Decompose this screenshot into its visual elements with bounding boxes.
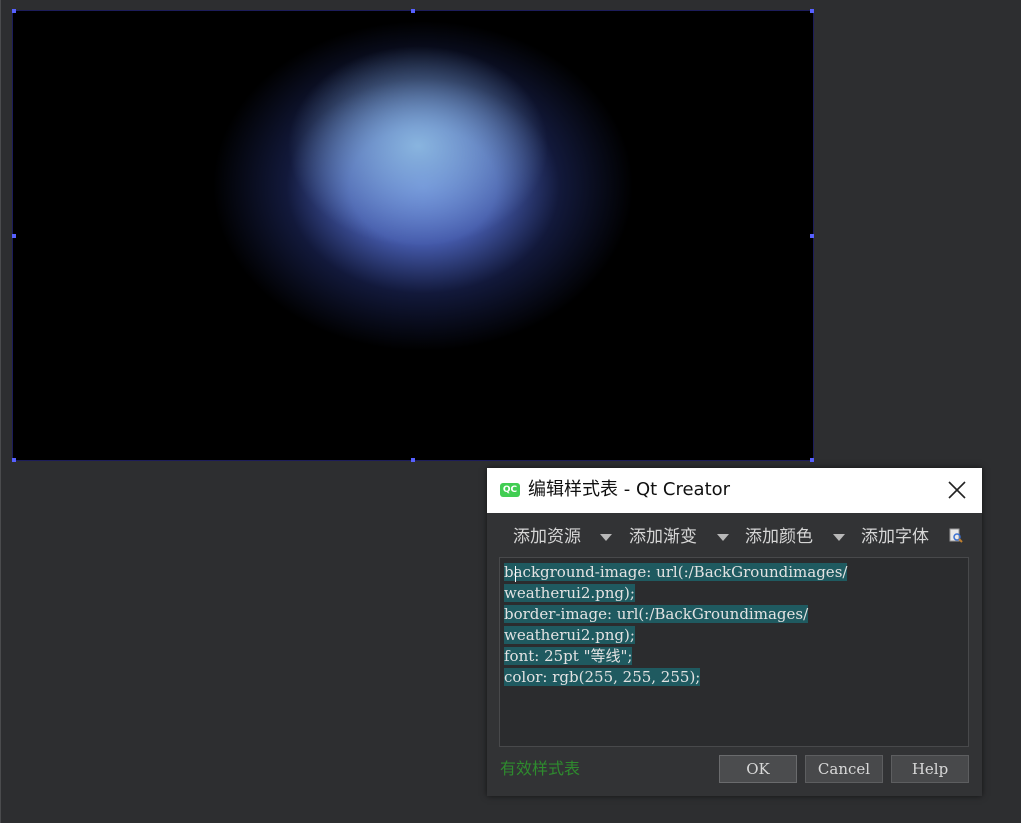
resize-handle-top-left[interactable] <box>12 9 16 13</box>
form-preview[interactable] <box>12 10 814 461</box>
add-resource-button[interactable]: 添加资源 <box>513 524 581 550</box>
background-image-preview <box>13 11 813 460</box>
close-icon[interactable] <box>946 479 968 501</box>
cancel-button[interactable]: Cancel <box>805 755 883 783</box>
stylesheet-toolbar: 添加资源 添加渐变 添加颜色 添加字体 <box>501 524 971 550</box>
code-line: font: 25pt "等线"; <box>504 647 633 665</box>
window-edge <box>0 0 1 823</box>
resize-handle-top-right[interactable] <box>810 9 814 13</box>
stylesheet-valid-status: 有效样式表 <box>500 759 581 778</box>
font-picker-icon[interactable] <box>949 527 963 545</box>
resize-handle-bottom-right[interactable] <box>810 458 814 462</box>
add-color-button[interactable]: 添加颜色 <box>745 524 813 550</box>
resize-handle-bottom[interactable] <box>411 458 415 462</box>
code-line: border-image: url(:/BackGroundimages/ <box>504 605 809 623</box>
dialog-title: 编辑样式表 - Qt Creator <box>528 479 731 500</box>
stylesheet-editor[interactable]: background-image: url(:/BackGroundimages… <box>499 557 969 747</box>
ok-button[interactable]: OK <box>719 755 797 783</box>
help-button[interactable]: Help <box>891 755 969 783</box>
dropdown-arrow-icon[interactable] <box>600 534 612 541</box>
resize-handle-top[interactable] <box>411 9 415 13</box>
dialog-titlebar[interactable]: QC 编辑样式表 - Qt Creator <box>487 468 982 513</box>
resize-handle-left[interactable] <box>12 234 16 238</box>
resize-handle-right[interactable] <box>810 234 814 238</box>
add-gradient-button[interactable]: 添加渐变 <box>629 524 697 550</box>
add-font-button[interactable]: 添加字体 <box>861 524 929 550</box>
code-line: weatherui2.png); <box>504 626 635 644</box>
dropdown-arrow-icon[interactable] <box>717 534 729 541</box>
edit-stylesheet-dialog: QC 编辑样式表 - Qt Creator 添加资源 添加渐变 添加颜色 添加字… <box>487 468 982 796</box>
resize-handle-bottom-left[interactable] <box>12 458 16 462</box>
text-caret <box>515 566 516 582</box>
code-line: background-image: url(:/BackGroundimages… <box>504 563 848 581</box>
code-line: weatherui2.png); <box>504 584 635 602</box>
qt-creator-icon: QC <box>500 483 520 497</box>
dropdown-arrow-icon[interactable] <box>833 534 845 541</box>
code-line: color: rgb(255, 255, 255); <box>504 668 701 686</box>
